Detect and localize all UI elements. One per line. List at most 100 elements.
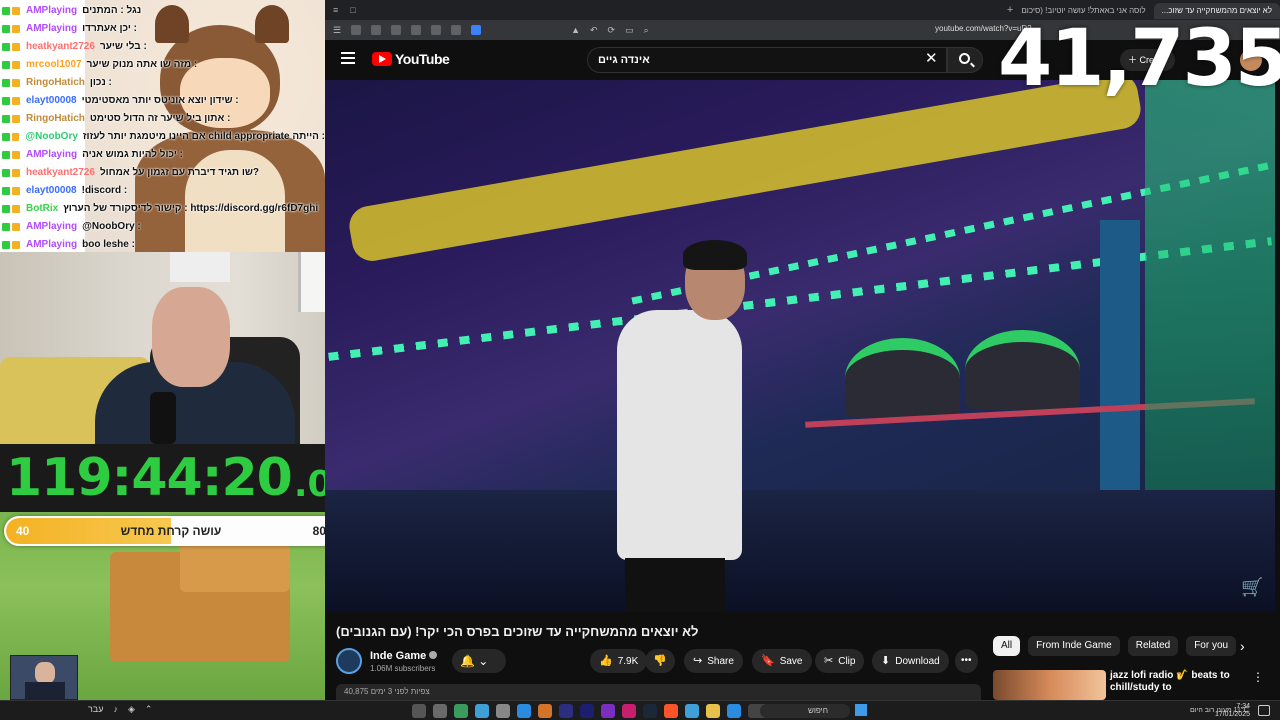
extension-icon[interactable] (411, 25, 422, 35)
chat-badge-icon (2, 115, 10, 123)
chat-badge-icon (2, 187, 10, 195)
stream-chat-overlay: AMPlaying נגל : המתנים AMPlaying יכן אעתרדו… (0, 0, 325, 252)
chat-message: AMPlaying יכן אעתרדו : (0, 20, 325, 38)
chat-username[interactable]: elayt00008 (26, 182, 77, 200)
chat-badge-icon (12, 25, 20, 33)
chip-from-channel[interactable]: From Inde Game (1028, 636, 1120, 656)
more-actions-button[interactable]: ••• (955, 649, 978, 673)
bookmark-icon[interactable]: ▭ (625, 25, 634, 36)
channel-name[interactable]: Inde Game (370, 650, 438, 662)
chat-username[interactable]: AMPlaying (26, 236, 77, 252)
extension-icon[interactable] (471, 25, 482, 35)
description-box[interactable]: 40,875 צפיות לפני 3 ימים (336, 684, 981, 700)
system-clock[interactable]: 7:34 17/01/2025 (1210, 703, 1250, 719)
dislike-button[interactable]: 👎 (645, 649, 675, 673)
windows-taskbar: עבר ♪ ◈ ⌃ חיפוש 11°C מעונן רוב היום 7:34… (0, 700, 1280, 720)
chat-username[interactable]: AMPlaying (26, 218, 77, 236)
chat-text: boo leshe : (82, 239, 135, 250)
chat-username[interactable]: RingoHatich (26, 110, 85, 128)
windows-start-icon[interactable] (855, 704, 867, 716)
clip-button[interactable]: ✂ Clip (815, 649, 865, 673)
taskbar-app-icon[interactable] (433, 704, 447, 718)
video-player[interactable] (325, 80, 1275, 612)
taskbar-app-icon[interactable] (454, 704, 468, 718)
network-icon[interactable]: ◈ (128, 704, 135, 715)
chat-username[interactable]: heatkyant2726 (26, 164, 95, 182)
chevron-up-icon[interactable]: ⌃ (145, 704, 153, 715)
chat-username[interactable]: AMPlaying (26, 20, 77, 38)
chat-text: נכון : (89, 77, 112, 88)
tab-actions-icon[interactable]: □ (350, 5, 355, 15)
extension-icon[interactable] (431, 25, 442, 35)
window-menu-icon[interactable]: ≡ (333, 5, 338, 15)
recommended-video-title[interactable]: jazz lofi radio 🎷 beats to chill/study t… (1110, 670, 1240, 694)
recommended-video-thumbnail[interactable] (993, 670, 1106, 700)
shield-icon[interactable]: ▲ (571, 25, 580, 35)
extension-icon[interactable] (371, 25, 382, 35)
taskbar-app-icon[interactable] (496, 704, 510, 718)
notification-center-icon[interactable] (1258, 705, 1270, 716)
search-button[interactable] (947, 47, 983, 73)
sidebar-toggle-icon[interactable]: ☰ (333, 25, 341, 36)
extension-icon[interactable] (391, 25, 402, 35)
chat-message: @NoobOry אם היינו מיטמגת יותר לעזוז child… (0, 128, 325, 146)
taskbar-app-icon[interactable] (601, 704, 615, 718)
channel-avatar[interactable] (336, 648, 362, 674)
hamburger-menu-icon[interactable] (341, 52, 355, 64)
volume-icon[interactable]: ♪ (113, 704, 118, 715)
reload-icon[interactable]: ⟳ (608, 25, 616, 36)
taskbar-search[interactable]: חיפוש (760, 704, 850, 718)
back-icon[interactable]: ↶ (590, 25, 598, 36)
chat-badge-icon (12, 205, 20, 213)
bookmark-icon: 🔖 (761, 655, 775, 667)
chat-badge-icon (12, 115, 20, 123)
taskbar-app-icon[interactable] (475, 704, 489, 718)
chevron-down-icon: ⌄ (478, 654, 489, 668)
chevron-right-icon[interactable]: › (1240, 638, 1245, 654)
extension-icon[interactable] (451, 25, 462, 35)
taskbar-app-icon[interactable] (412, 704, 426, 718)
chip-related[interactable]: Related (1127, 636, 1179, 656)
extension-icon[interactable] (351, 25, 362, 35)
more-vert-icon[interactable]: ⋮ (1252, 670, 1264, 684)
search-input[interactable]: אינדה גיים (587, 47, 947, 73)
chat-username[interactable]: RingoHatich (26, 74, 85, 92)
chat-username[interactable]: AMPlaying (26, 146, 77, 164)
chat-badge-icon (2, 25, 10, 33)
chat-badge-icon (2, 7, 10, 15)
search-icon[interactable]: ⌕ (644, 25, 649, 36)
save-button[interactable]: 🔖 Save (752, 649, 812, 673)
timer-main: 119:44:20 (6, 448, 293, 508)
chat-text: יכול להיות גמוש אניה : (82, 149, 183, 160)
file-explorer-icon[interactable] (706, 704, 720, 718)
taskbar-app-icon[interactable] (622, 704, 636, 718)
chip-all[interactable]: All (993, 636, 1021, 656)
steam-icon[interactable] (643, 704, 657, 718)
chat-message: RingoHatich אתון ביל שיער זה הדול סטימט : (0, 110, 325, 128)
taskbar-app-icon[interactable] (580, 704, 594, 718)
stream-timer: 119:44:20 .01 (0, 444, 358, 512)
taskbar-app-icon[interactable] (559, 704, 573, 718)
chip-for-you[interactable]: For you (1186, 636, 1237, 656)
clear-search-icon[interactable]: ✕ (925, 49, 938, 67)
taskbar-app-icon[interactable] (517, 704, 531, 718)
brave-browser-icon[interactable] (664, 704, 678, 718)
chat-username[interactable]: BotRix (26, 200, 58, 218)
chat-username[interactable]: elayt00008 (26, 92, 77, 110)
download-button[interactable]: ⬇ Download (872, 649, 949, 673)
chat-badge-icon (2, 97, 10, 105)
shopping-cart-icon[interactable]: 🛒 (1241, 577, 1263, 598)
chat-username[interactable]: heatkyant2726 (26, 38, 95, 56)
youtube-logo[interactable]: YouTube (372, 51, 450, 67)
share-button[interactable]: ↪ Share (684, 649, 743, 673)
notification-bell-button[interactable]: 🔔 ⌄ (452, 649, 506, 673)
chat-username[interactable]: AMPlaying (26, 2, 77, 20)
chat-username[interactable]: mrcool1007 (26, 56, 82, 74)
chat-message: heatkyant2726 בלי שיער : (0, 38, 325, 56)
taskbar-app-icon[interactable] (685, 704, 699, 718)
like-button[interactable]: 👍 7.9K (590, 649, 648, 673)
taskbar-app-icon[interactable] (727, 704, 741, 718)
taskbar-app-icon[interactable] (538, 704, 552, 718)
chat-username[interactable]: @NoobOry (25, 128, 78, 146)
chat-message: AMPlaying @NoobOry : (0, 218, 325, 236)
